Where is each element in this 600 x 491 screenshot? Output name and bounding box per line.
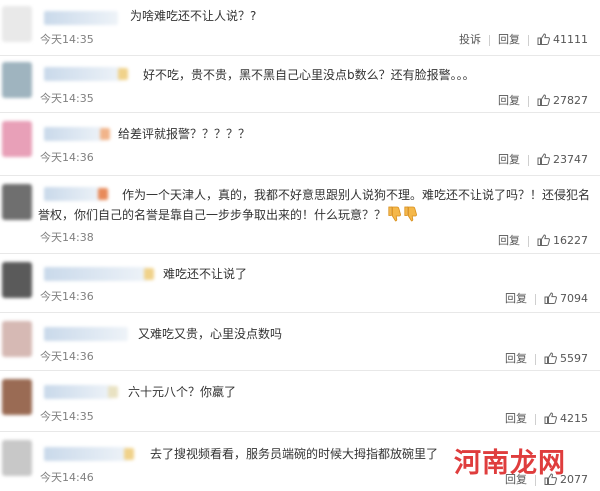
report-button[interactable]: 投诉: [459, 33, 481, 47]
like-button[interactable]: 23747: [537, 153, 588, 167]
comment-actions: 回复 23747: [498, 153, 588, 167]
divider: [535, 293, 536, 305]
thumbs-down-icon: [404, 206, 417, 222]
username[interactable]: [44, 11, 118, 25]
thumbs-up-icon: [537, 234, 550, 246]
thumbs-up-icon: [544, 292, 557, 304]
like-button[interactable]: 5597: [544, 352, 588, 366]
comment-time: 今天14:36: [40, 290, 94, 303]
comment-item: 六十元八个？你羸了 今天14:35 回复 4215: [0, 371, 600, 432]
thumbs-up-icon: [537, 33, 550, 45]
comment-time: 今天14:46: [40, 471, 94, 484]
like-button[interactable]: 7094: [544, 292, 588, 306]
comment-text-content: 作为一个天津人，真的，我都不好意思跟别人说狗不理。难吃还不让说了吗？！还侵犯名誉…: [38, 188, 591, 222]
divider: [528, 154, 529, 166]
like-button[interactable]: 41111: [537, 33, 588, 47]
comment-text: 为啥难吃还不让人说？?: [130, 9, 257, 23]
divider: [528, 34, 529, 46]
comment-item: 作为一个天津人，真的，我都不好意思跟别人说狗不理。难吃还不让说了吗？！还侵犯名誉…: [0, 176, 600, 254]
like-count: 4215: [560, 412, 588, 425]
username[interactable]: [44, 385, 118, 399]
username[interactable]: [44, 127, 110, 141]
comment-item: 为啥难吃还不让人说？? 今天14:35 投诉 回复 41111: [0, 0, 600, 56]
thumbs-up-icon: [544, 412, 557, 424]
watermark: 河南龙网: [454, 448, 566, 479]
comment-text: 又难吃又贵，心里没点数吗: [138, 327, 283, 341]
username[interactable]: [44, 327, 128, 341]
avatar[interactable]: [2, 6, 32, 42]
reply-button[interactable]: 回复: [498, 153, 520, 167]
comment-item: 又难吃又贵，心里没点数吗 今天14:36 回复 5597: [0, 313, 600, 371]
comment-text: 去了搜视频看看，服务员端碗的时候大拇指都放碗里了: [150, 447, 439, 461]
comment-time: 今天14:36: [40, 151, 94, 164]
avatar[interactable]: [2, 379, 32, 415]
comment-time: 今天14:35: [40, 92, 94, 105]
thumbs-up-icon: [537, 94, 550, 106]
divider: [535, 353, 536, 365]
comment-actions: 回复 4215: [505, 412, 588, 426]
like-button[interactable]: 27827: [537, 94, 588, 108]
like-count: 5597: [560, 352, 588, 365]
username[interactable]: [44, 267, 154, 281]
comment-time: 今天14:35: [40, 33, 94, 46]
comment-time: 今天14:38: [40, 231, 94, 244]
avatar[interactable]: [2, 262, 32, 298]
avatar[interactable]: [2, 184, 32, 220]
avatar[interactable]: [2, 440, 32, 476]
comment-feed: 为啥难吃还不让人说？? 今天14:35 投诉 回复 41111 好不吃，贵不贵，…: [0, 0, 600, 491]
like-count: 16227: [553, 234, 588, 247]
comment-item: 好不吃，贵不贵，黑不黑自己心里没点b数么？还有脸报警。。。 今天14:35 回复…: [0, 56, 600, 113]
thumbs-up-icon: [537, 153, 550, 165]
divider: [528, 235, 529, 247]
reply-button[interactable]: 回复: [505, 292, 527, 306]
avatar[interactable]: [2, 321, 32, 357]
like-button[interactable]: 16227: [537, 234, 588, 248]
comment-text: 作为一个天津人，真的，我都不好意思跟别人说狗不理。难吃还不让说了吗？！还侵犯名誉…: [38, 185, 600, 225]
comment-time: 今天14:36: [40, 350, 94, 363]
username[interactable]: [44, 447, 134, 461]
reply-button[interactable]: 回复: [498, 234, 520, 248]
comment-item: 给差评就报警？？？？？ 今天14:36 回复 23747: [0, 113, 600, 176]
comment-text: 六十元八个？你羸了: [128, 385, 237, 399]
divider: [489, 34, 490, 46]
comment-text: 给差评就报警？？？？？: [118, 127, 251, 141]
comment-actions: 投诉 回复 41111: [459, 33, 588, 47]
reply-button[interactable]: 回复: [498, 94, 520, 108]
avatar[interactable]: [2, 121, 32, 157]
comment-time: 今天14:35: [40, 410, 94, 423]
thumbs-up-icon: [544, 352, 557, 364]
avatar[interactable]: [2, 62, 32, 98]
comment-text: 好不吃，贵不贵，黑不黑自己心里没点b数么？还有脸报警。。。: [143, 68, 475, 82]
like-count: 27827: [553, 94, 588, 107]
like-count: 23747: [553, 153, 588, 166]
comment-actions: 回复 16227: [498, 234, 588, 248]
divider: [535, 413, 536, 425]
reply-button[interactable]: 回复: [505, 352, 527, 366]
thumbs-down-icon: [388, 206, 401, 222]
comment-actions: 回复 5597: [505, 352, 588, 366]
comment-actions: 回复 7094: [505, 292, 588, 306]
comment-actions: 回复 27827: [498, 94, 588, 108]
like-button[interactable]: 4215: [544, 412, 588, 426]
like-count: 7094: [560, 292, 588, 305]
reply-button[interactable]: 回复: [498, 33, 520, 47]
reply-button[interactable]: 回复: [505, 412, 527, 426]
comment-text: 难吃还不让说了: [163, 267, 248, 281]
comment-item: 难吃还不让说了 今天14:36 回复 7094: [0, 254, 600, 313]
username[interactable]: [44, 67, 128, 81]
divider: [528, 95, 529, 107]
like-count: 41111: [553, 33, 588, 46]
